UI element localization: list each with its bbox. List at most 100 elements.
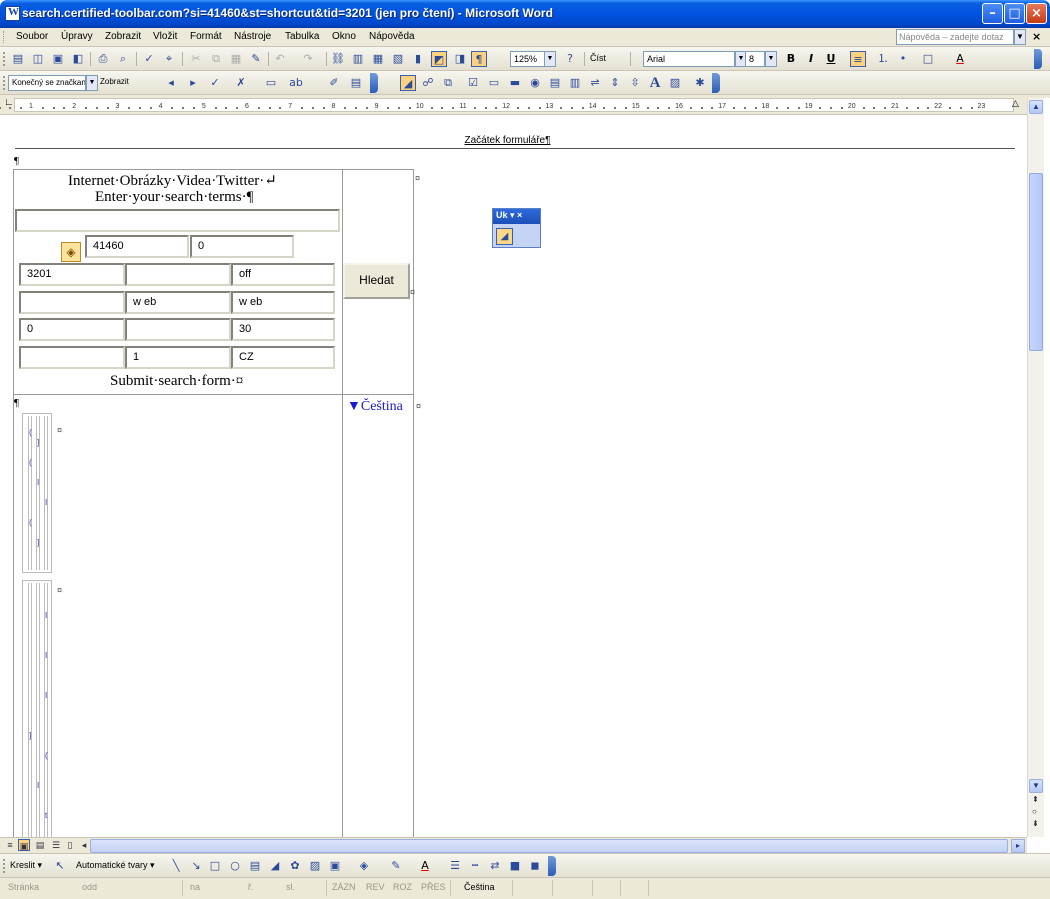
vertical-scroll-thumb[interactable] bbox=[1029, 173, 1043, 351]
previous-page-icon[interactable]: ⇞ bbox=[1032, 795, 1039, 804]
design-mode-icon[interactable]: ◢ bbox=[400, 75, 416, 91]
textbox-tool-icon[interactable]: ▤ bbox=[247, 858, 263, 874]
close-document-icon[interactable]: × bbox=[1032, 30, 1041, 43]
search-category-links[interactable]: Internet·Obrázky·Videa·Twitter·↵ bbox=[68, 171, 277, 190]
toolbar-options-icon[interactable] bbox=[1034, 49, 1042, 69]
normal-view-icon[interactable]: ≡ bbox=[4, 839, 16, 851]
columns-icon[interactable]: ▮ bbox=[410, 51, 426, 67]
previous-change-icon[interactable]: ◂ bbox=[163, 75, 179, 91]
copy-icon[interactable]: ⧉ bbox=[208, 51, 224, 67]
checkbox-control-icon[interactable]: ☑ bbox=[465, 75, 481, 91]
bullets-icon[interactable]: • bbox=[895, 51, 911, 67]
textbox-control-icon[interactable]: ▭ bbox=[486, 75, 502, 91]
show-hide-pilcrow-icon[interactable]: ¶ bbox=[471, 51, 487, 67]
hidden-field-off[interactable]: off bbox=[231, 263, 335, 286]
scroll-down-icon[interactable]: ▼ bbox=[1029, 779, 1043, 793]
line-style-icon[interactable]: ☰ bbox=[447, 858, 463, 874]
toolbar-options-icon[interactable] bbox=[712, 73, 720, 93]
permission-icon[interactable]: ◧ bbox=[70, 51, 86, 67]
bold-button[interactable]: B bbox=[783, 51, 799, 67]
accept-change-icon[interactable]: ✓ bbox=[207, 75, 223, 91]
highlight-icon[interactable]: ab bbox=[288, 75, 304, 91]
font-combo[interactable]: Arial bbox=[643, 51, 735, 67]
drawing-icon[interactable]: ◩ bbox=[431, 51, 447, 67]
menu-table[interactable]: Tabulka bbox=[285, 31, 319, 42]
combobox-control-icon[interactable]: ▥ bbox=[567, 75, 583, 91]
hidden-field-tid[interactable]: 3201 bbox=[19, 263, 125, 286]
document-map-icon[interactable]: ◨ bbox=[452, 51, 468, 67]
narrow-frame-top[interactable]: ( ] ( I I ( ] bbox=[22, 413, 52, 573]
hidden-field-blank4[interactable] bbox=[19, 346, 125, 369]
hidden-field-si[interactable]: 41460 bbox=[85, 235, 189, 258]
vertical-scrollbar[interactable]: ▲ ▼ ⇞ ○ ⇟ bbox=[1027, 98, 1044, 837]
diagram-icon[interactable]: ✿ bbox=[287, 858, 303, 874]
search-button[interactable]: Hledat bbox=[343, 263, 410, 299]
wordart-icon[interactable]: ◢ bbox=[267, 858, 283, 874]
select-objects-icon[interactable]: ↖ bbox=[52, 858, 68, 874]
hidden-field-blank3[interactable] bbox=[125, 318, 231, 341]
status-record[interactable]: ZÁZN bbox=[332, 882, 356, 892]
menu-tools[interactable]: Nástroje bbox=[234, 31, 271, 42]
status-revisions[interactable]: REV bbox=[366, 882, 385, 892]
hidden-field-blank1[interactable] bbox=[125, 263, 231, 286]
menu-edit[interactable]: Úpravy bbox=[61, 31, 93, 42]
hidden-field-30[interactable]: 30 bbox=[231, 318, 335, 341]
format-painter-icon[interactable]: ✎ bbox=[248, 51, 264, 67]
hidden-field-cz[interactable]: CZ bbox=[231, 346, 335, 369]
draw-menu-button[interactable]: Kreslit ▾ bbox=[10, 860, 42, 871]
reading-view-icon[interactable]: ▯ bbox=[64, 839, 76, 851]
picture-icon[interactable]: ▣ bbox=[327, 858, 343, 874]
shadow-style-icon[interactable]: ■ bbox=[507, 858, 523, 874]
arrow-style-icon[interactable]: ⇄ bbox=[487, 858, 503, 874]
research-icon[interactable]: ⌖ bbox=[161, 51, 177, 67]
tab-selector-icon[interactable]: ∟ bbox=[4, 97, 14, 108]
hidden-field-blank2[interactable] bbox=[19, 291, 125, 314]
exit-design-mode-icon[interactable]: ◢ bbox=[496, 228, 513, 245]
track-changes-dropdown-icon[interactable]: ▼ bbox=[86, 75, 98, 91]
italic-button[interactable]: I bbox=[803, 51, 819, 67]
border-icon[interactable]: □ bbox=[920, 51, 936, 67]
status-overtype[interactable]: PŘES bbox=[421, 882, 446, 892]
cut-icon[interactable]: ✂ bbox=[188, 51, 204, 67]
track-changes-display-combo[interactable]: Konečný se značkan bbox=[8, 75, 86, 91]
toolbar-grip[interactable] bbox=[3, 859, 6, 873]
narrow-frame-bottom[interactable]: I I I ] ( I t bbox=[22, 580, 52, 837]
read-mode-button[interactable]: Číst bbox=[590, 53, 606, 63]
menu-view[interactable]: Zobrazit bbox=[105, 31, 141, 42]
toggle-button-control-icon[interactable]: ⇌ bbox=[587, 75, 603, 91]
next-change-icon[interactable]: ▸ bbox=[185, 75, 201, 91]
image-control-icon[interactable]: ▨ bbox=[667, 75, 683, 91]
draw-font-color-icon[interactable]: A bbox=[417, 858, 433, 874]
spin-button-control-icon[interactable]: ⇕ bbox=[607, 75, 623, 91]
save-icon[interactable]: ▣ bbox=[50, 51, 66, 67]
help-dropdown-arrow-icon[interactable]: ▼ bbox=[1014, 29, 1026, 45]
more-controls-icon[interactable]: ✱ bbox=[692, 75, 708, 91]
new-comment-icon[interactable]: ▭ bbox=[263, 75, 279, 91]
hyperlink-icon[interactable]: ⛓ bbox=[330, 51, 346, 67]
paste-icon[interactable]: ▦ bbox=[228, 51, 244, 67]
horizontal-ruler[interactable]: 1 2 3 4 5 6 7 8 9 10 11 12 13 14 15 16 17 18 19 20 21 22 23 ∟ … bbox=[0, 95, 1050, 115]
dash-style-icon[interactable]: ┅ bbox=[467, 858, 483, 874]
language-selector[interactable]: ▼Čeština bbox=[347, 399, 403, 415]
line-tool-icon[interactable]: ╲ bbox=[168, 858, 184, 874]
scroll-left-icon[interactable]: ◂ bbox=[78, 839, 90, 851]
print-icon[interactable]: ⎙ bbox=[95, 51, 111, 67]
oval-tool-icon[interactable]: ○ bbox=[227, 858, 243, 874]
document-area[interactable]: Začátek formuláře¶ ¶ Internet·Obrázky·Vi… bbox=[0, 115, 1027, 837]
menu-insert[interactable]: Vložit bbox=[153, 31, 177, 42]
status-extend[interactable]: ROZ bbox=[393, 882, 412, 892]
status-language[interactable]: Čeština bbox=[464, 882, 495, 892]
floating-mini-toolbar[interactable]: Uk ▾ × ◢ bbox=[492, 208, 541, 248]
select-browse-object-icon[interactable]: ○ bbox=[1032, 807, 1037, 816]
font-size-dropdown-icon[interactable]: ▼ bbox=[765, 51, 777, 67]
insert-excel-icon[interactable]: ▧ bbox=[390, 51, 406, 67]
web-layout-view-icon[interactable]: ▣ bbox=[18, 839, 30, 851]
hidden-field-1[interactable]: 1 bbox=[125, 346, 231, 369]
toolbar-grip[interactable] bbox=[3, 52, 6, 66]
numbering-icon[interactable]: ⒈ bbox=[875, 51, 891, 67]
mini-toolbar-title[interactable]: Uk ▾ × bbox=[493, 209, 540, 224]
menu-format[interactable]: Formát bbox=[190, 31, 222, 42]
print-preview-icon[interactable]: ⌕ bbox=[115, 51, 131, 67]
toolbar-gadget-icon[interactable]: ◈ bbox=[61, 242, 81, 262]
scrollbar-control-icon[interactable]: ⇳ bbox=[627, 75, 643, 91]
